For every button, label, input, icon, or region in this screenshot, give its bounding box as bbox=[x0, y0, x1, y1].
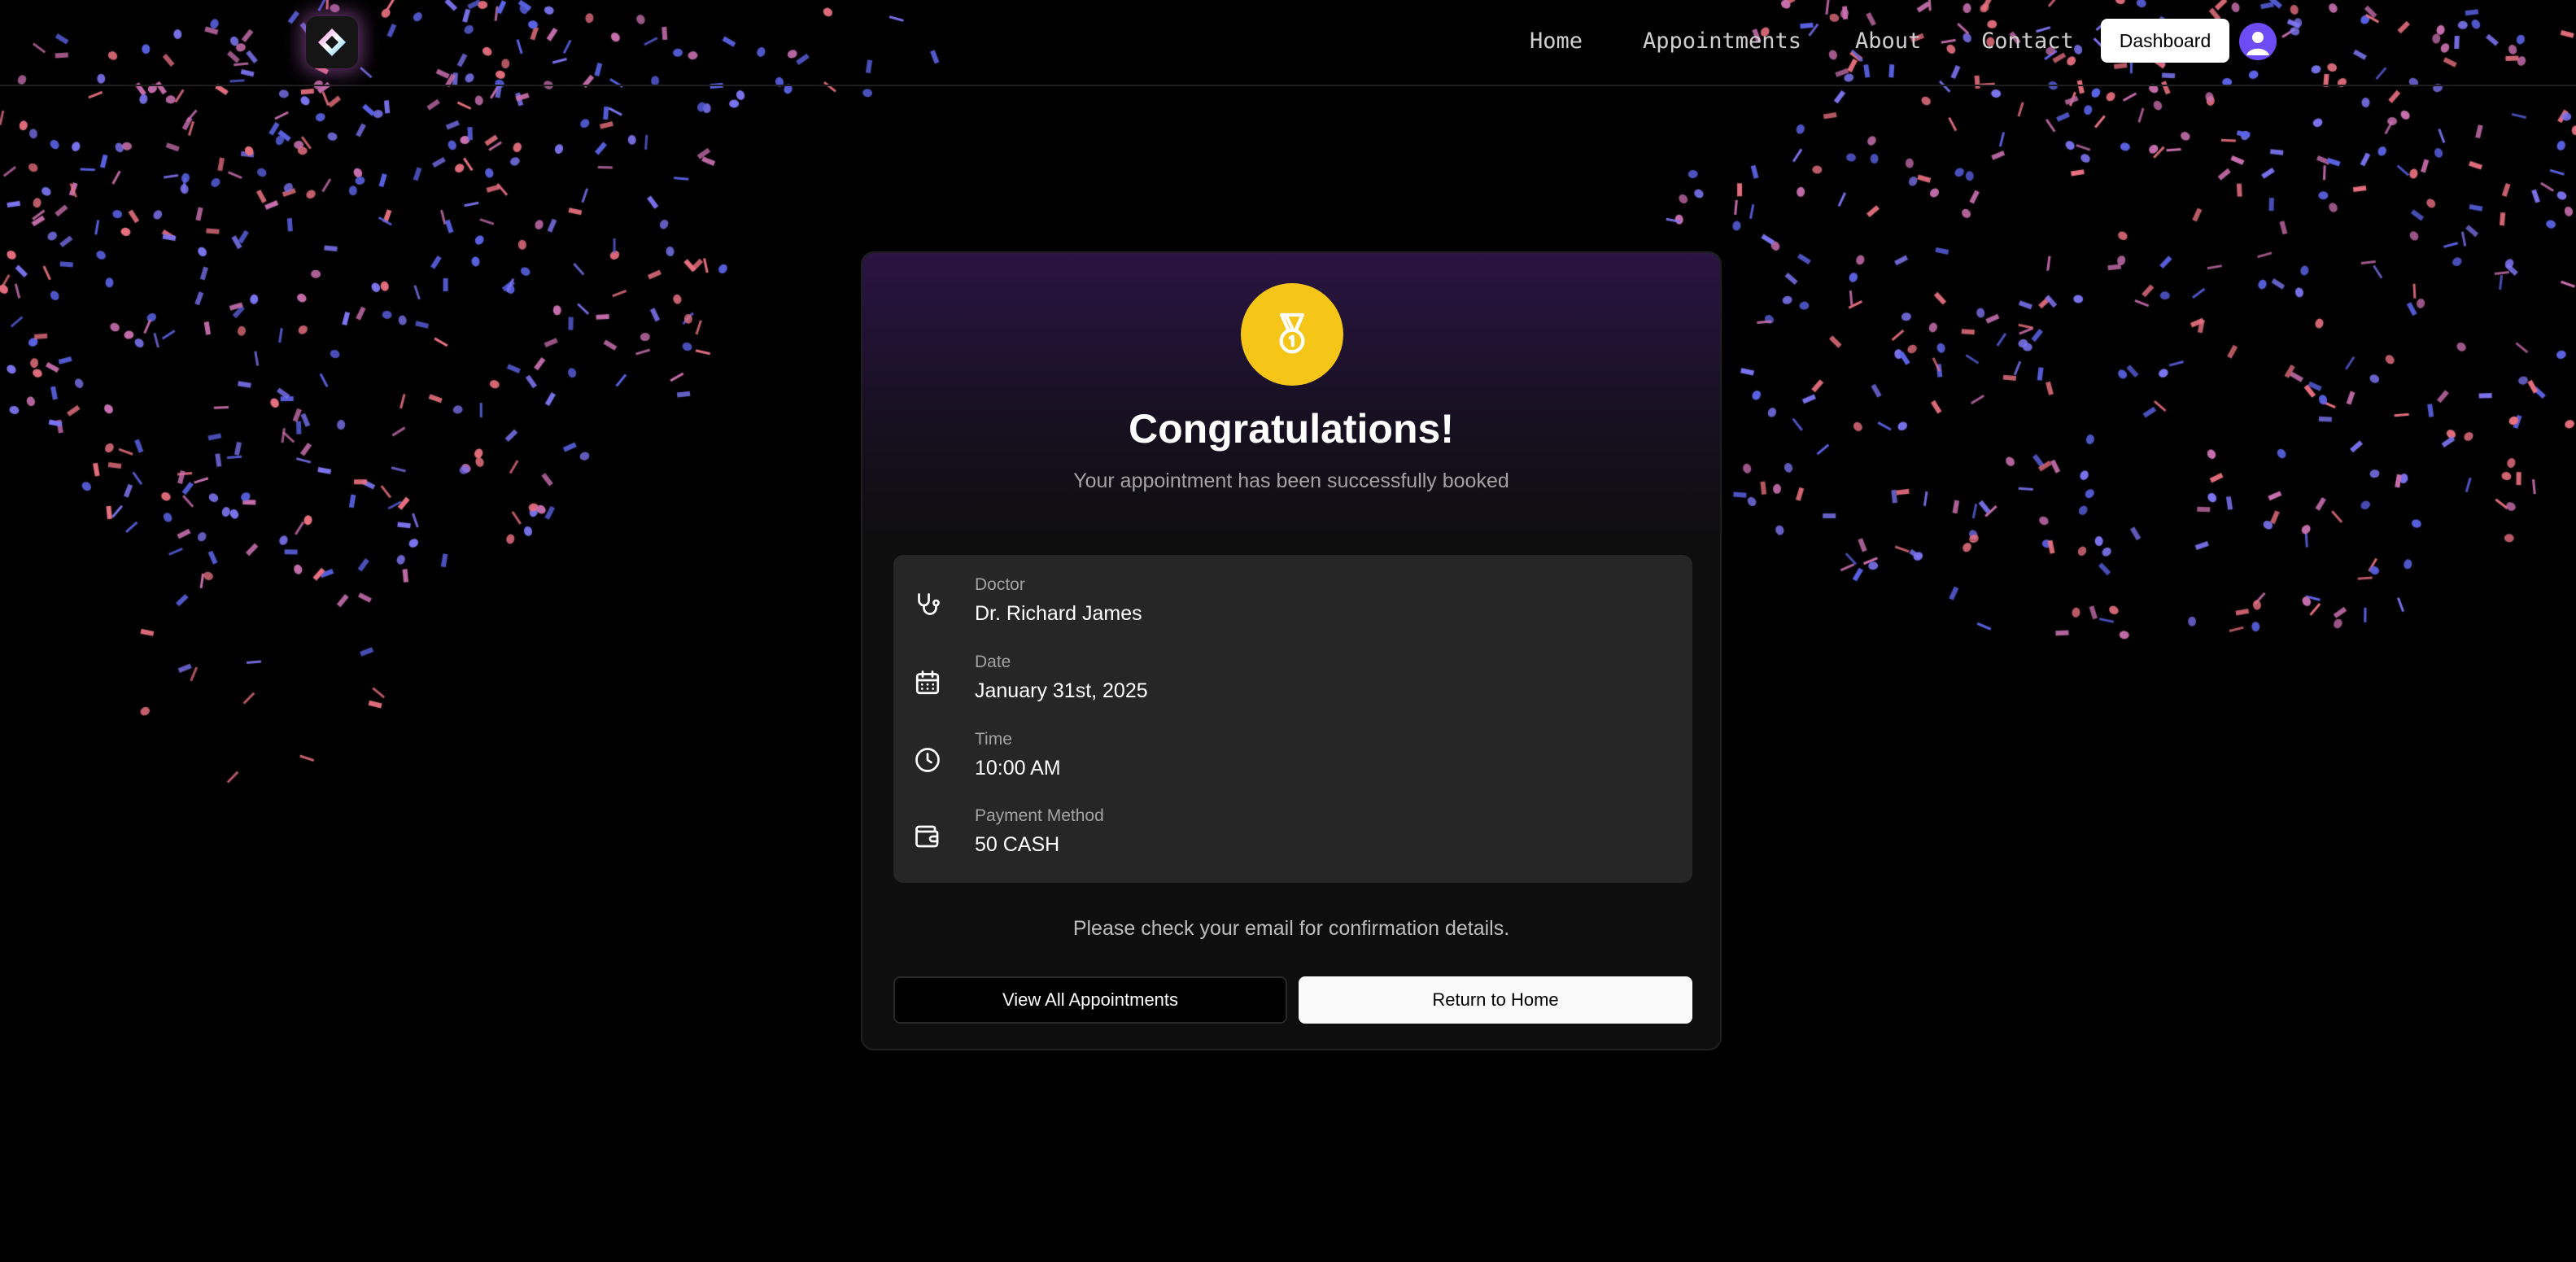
success-subtitle: Your appointment has been successfully b… bbox=[1073, 469, 1509, 492]
detail-label: Date bbox=[975, 653, 1011, 671]
top-navbar: Home Appointments About Contact Dashboar… bbox=[0, 0, 2576, 86]
detail-row-date: Date January 31st, 2025 bbox=[913, 650, 1645, 707]
user-avatar-icon[interactable] bbox=[2239, 23, 2277, 60]
nav-link-home[interactable]: Home bbox=[1530, 21, 1583, 62]
page-title: Congratulations! bbox=[1129, 406, 1454, 452]
diamond-logo-icon[interactable] bbox=[306, 16, 358, 68]
appointment-details-panel: Doctor Dr. Richard James Date January 31… bbox=[893, 555, 1692, 883]
appointment-date: January 31st, 2025 bbox=[975, 679, 1148, 702]
payment-method: 50 CASH bbox=[975, 833, 1060, 856]
view-all-appointments-button[interactable]: View All Appointments bbox=[893, 976, 1287, 1024]
detail-label: Doctor bbox=[975, 575, 1025, 594]
detail-label: Payment Method bbox=[975, 806, 1104, 825]
email-confirmation-note: Please check your email for confirmation… bbox=[1072, 917, 1510, 940]
stethoscope-icon bbox=[918, 593, 940, 615]
calendar-icon bbox=[915, 670, 940, 695]
nav-link-about[interactable]: About bbox=[1855, 21, 1921, 62]
dashboard-button[interactable]: Dashboard bbox=[2101, 19, 2229, 63]
appointment-time: 10:00 AM bbox=[975, 757, 1061, 779]
medal-icon bbox=[1241, 283, 1343, 386]
doctor-name: Dr. Richard James bbox=[975, 602, 1142, 625]
nav-link-contact[interactable]: Contact bbox=[1981, 21, 2074, 62]
detail-row-payment: Payment Method 50 CASH bbox=[913, 804, 1645, 861]
clock-icon bbox=[915, 748, 940, 772]
detail-row-doctor: Doctor Dr. Richard James bbox=[913, 573, 1645, 630]
wallet-icon bbox=[915, 825, 939, 848]
return-to-home-button[interactable]: Return to Home bbox=[1299, 976, 1692, 1024]
detail-label: Time bbox=[975, 730, 1012, 749]
detail-row-time: Time 10:00 AM bbox=[913, 727, 1645, 784]
nav-link-appointments[interactable]: Appointments bbox=[1643, 21, 1801, 62]
booking-confirmation-card: Congratulations! Your appointment has be… bbox=[861, 251, 1722, 1050]
